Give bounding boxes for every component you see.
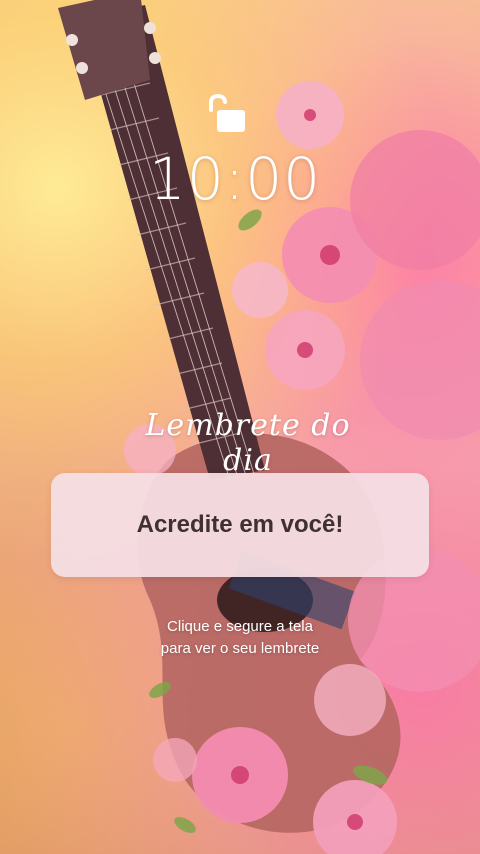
- hint-line-1: Clique e segure a tela: [167, 618, 313, 635]
- clock-time: 10:00: [148, 145, 322, 213]
- unlocked-padlock-icon[interactable]: [205, 92, 249, 134]
- reminder-of-the-day-heading: Lembrete do dia: [145, 408, 351, 478]
- reminder-card[interactable]: Acredite em você!: [51, 473, 429, 577]
- press-and-hold-hint: Clique e segure a tela para ver o seu le…: [120, 616, 360, 660]
- hint-line-2: para ver o seu lembrete: [160, 640, 320, 657]
- reminder-text: Acredite em você!: [136, 511, 344, 538]
